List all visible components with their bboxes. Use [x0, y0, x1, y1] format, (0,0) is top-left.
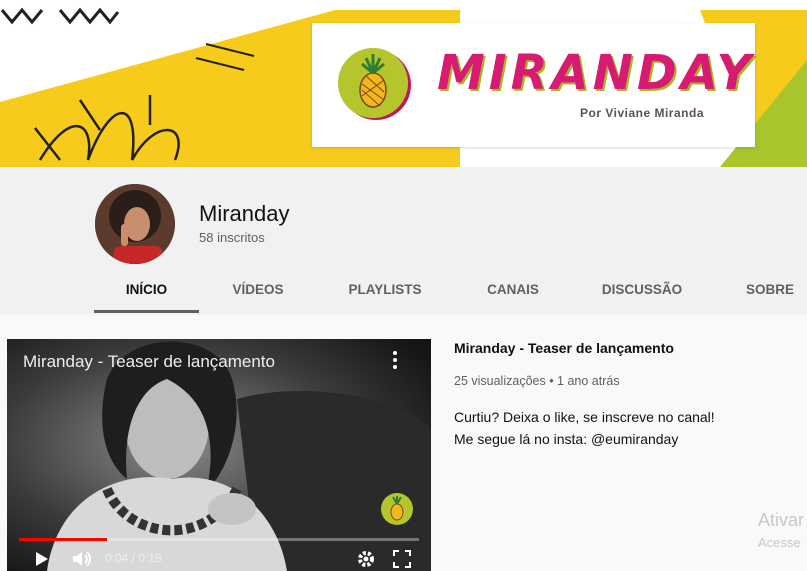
- tab-sobre[interactable]: SOBRE: [734, 271, 806, 315]
- channel-tabs: INÍCIO VÍDEOS PLAYLISTS CANAIS DISCUSSÃO…: [0, 271, 807, 315]
- video-description: Curtiu? Deixa o like, se inscreve no can…: [454, 406, 794, 450]
- activation-watermark: Ativar Acesse: [758, 510, 804, 550]
- tab-videos[interactable]: VÍDEOS: [212, 271, 304, 315]
- video-title-link[interactable]: Miranday - Teaser de lançamento: [454, 340, 674, 356]
- pineapple-watermark-icon: [381, 493, 413, 525]
- channel-avatar[interactable]: [95, 184, 175, 264]
- description-line-1: Curtiu? Deixa o like, se inscreve no can…: [454, 409, 715, 425]
- more-vert-icon[interactable]: [391, 351, 399, 373]
- time-display: 0:04 / 0:18: [105, 551, 162, 565]
- watermark-line-2: Acesse: [758, 535, 801, 550]
- settings-gear-icon[interactable]: [356, 547, 376, 571]
- tab-playlists[interactable]: PLAYLISTS: [334, 271, 436, 315]
- channel-header: Miranday 58 inscritos INÍCIO VÍDEOS PLAY…: [0, 167, 807, 315]
- description-line-2: Me segue lá no insta: @eumiranday: [454, 431, 679, 447]
- video-frame: [7, 339, 431, 571]
- channel-name: Miranday: [199, 201, 290, 226]
- fullscreen-icon[interactable]: [392, 547, 412, 571]
- player-controls: 0:04 / 0:18: [7, 547, 431, 571]
- tab-canais[interactable]: CANAIS: [472, 271, 554, 315]
- channel-banner: MIRANDAY Por Viviane Miranda: [0, 0, 807, 167]
- watermark-line-1: Ativar: [758, 510, 805, 530]
- play-icon[interactable]: [33, 547, 51, 571]
- pineapple-logo-icon: [338, 48, 408, 118]
- video-meta: 25 visualizações • 1 ano atrás: [454, 374, 620, 388]
- banner-logo-card: MIRANDAY Por Viviane Miranda: [312, 23, 755, 147]
- player-title[interactable]: Miranday - Teaser de lançamento: [23, 352, 275, 372]
- tab-discussao[interactable]: DISCUSSÃO: [590, 271, 694, 315]
- volume-icon[interactable]: [71, 547, 93, 571]
- banner-logo-title: MIRANDAY: [437, 45, 756, 101]
- subscriber-count: 58 inscritos: [199, 230, 265, 245]
- progress-bar[interactable]: [19, 538, 419, 541]
- video-player[interactable]: Miranday - Teaser de lançamento 0:04 / 0…: [7, 339, 431, 571]
- progress-played: [19, 538, 107, 541]
- banner-logo-subtitle: Por Viviane Miranda: [580, 106, 704, 120]
- tab-inicio[interactable]: INÍCIO: [94, 271, 199, 315]
